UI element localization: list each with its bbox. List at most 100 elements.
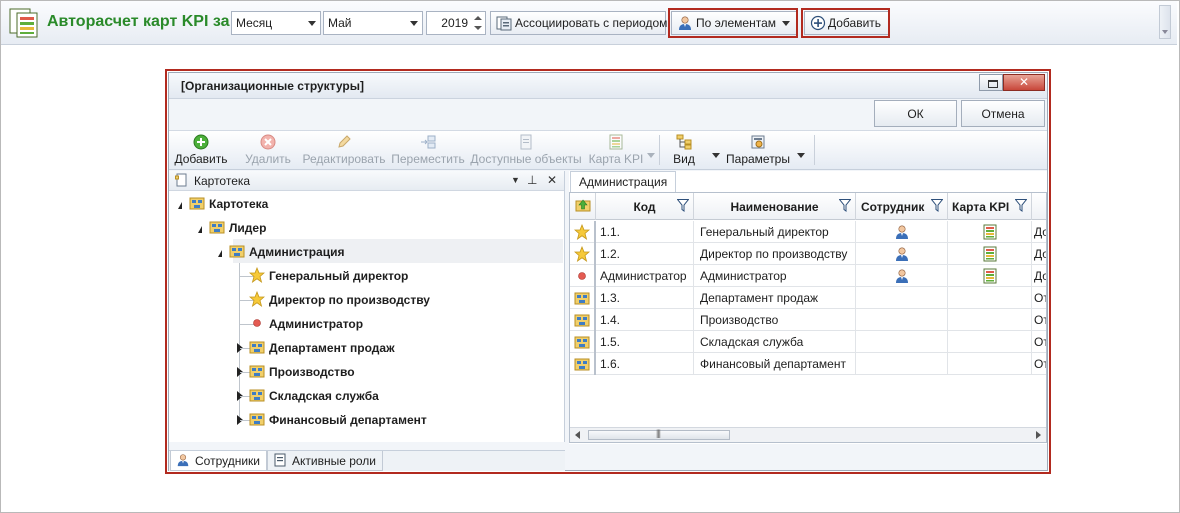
col-name-header[interactable]: Наименование bbox=[694, 193, 856, 220]
cell-icon bbox=[570, 353, 596, 375]
filter-icon[interactable] bbox=[677, 199, 689, 212]
kpi-card-icon[interactable] bbox=[982, 224, 998, 240]
tree-item[interactable]: Департамент продаж bbox=[249, 337, 395, 359]
kpi-card-icon[interactable] bbox=[982, 268, 998, 284]
ribbon-delete-button[interactable]: Удалить bbox=[241, 132, 295, 168]
collapse-icon[interactable] bbox=[218, 250, 222, 257]
cell-empty bbox=[856, 331, 948, 353]
tree-item[interactable]: Складская служба bbox=[249, 385, 379, 407]
cell-icon bbox=[948, 221, 1032, 243]
table-row[interactable]: 1.5.Складская служба От bbox=[570, 331, 1046, 353]
col-employee-header[interactable]: Сотрудник bbox=[856, 193, 948, 220]
tab-employees[interactable]: Сотрудники bbox=[170, 451, 267, 471]
ribbon-kpi-card-button[interactable]: Карта KPI bbox=[587, 132, 645, 168]
delete-icon bbox=[260, 134, 276, 150]
close-icon[interactable] bbox=[1003, 74, 1045, 91]
chevron-down-icon[interactable] bbox=[308, 21, 316, 26]
cell-empty bbox=[856, 309, 948, 331]
associate-period-button[interactable]: Ассоциировать с периодом bbox=[490, 11, 667, 35]
tree-item[interactable]: Лидер bbox=[209, 217, 266, 239]
restore-icon[interactable] bbox=[979, 74, 1003, 91]
ok-button[interactable]: ОК bbox=[874, 100, 957, 127]
person-icon[interactable] bbox=[894, 224, 910, 240]
toolbar-scroll[interactable] bbox=[1159, 5, 1171, 39]
month-combo[interactable]: Май bbox=[323, 11, 423, 35]
ribbon-view-button[interactable]: Вид bbox=[667, 132, 701, 168]
dot-icon bbox=[249, 315, 265, 331]
table-row[interactable]: 1.2.Директор по производству До bbox=[570, 243, 1046, 265]
collapse-icon[interactable] bbox=[178, 202, 182, 209]
move-icon bbox=[421, 135, 436, 149]
cell-empty bbox=[856, 353, 948, 375]
scroll-right-icon[interactable] bbox=[1036, 431, 1041, 439]
pane-close-icon[interactable]: ✕ bbox=[547, 173, 557, 187]
collapse-icon[interactable] bbox=[198, 226, 202, 233]
spin-down-icon[interactable] bbox=[472, 23, 484, 33]
pane-menu-icon[interactable]: ▼ bbox=[511, 175, 520, 185]
table-row[interactable]: 1.6.Финансовый департамент От bbox=[570, 353, 1046, 375]
tab-active-roles[interactable]: Активные роли bbox=[267, 451, 384, 471]
cell-icon bbox=[570, 221, 596, 243]
org-icon bbox=[249, 339, 265, 355]
cell-name: Генеральный директор bbox=[694, 221, 856, 243]
grid-header: Код Наименование Сотрудник Карта KPI bbox=[570, 193, 1046, 220]
table-row[interactable]: 1.1.Генеральный директор До bbox=[570, 221, 1046, 243]
pin-icon[interactable]: ⊥ bbox=[527, 173, 537, 187]
col-kpi-header[interactable]: Карта KPI bbox=[948, 193, 1032, 220]
spin-up-icon[interactable] bbox=[472, 13, 484, 23]
kpi-card-icon bbox=[608, 134, 624, 150]
tree-item[interactable]: Генеральный директор bbox=[249, 265, 408, 287]
data-grid: Код Наименование Сотрудник Карта KPI 1.1… bbox=[569, 192, 1047, 443]
person-icon[interactable] bbox=[894, 246, 910, 262]
scroll-left-icon[interactable] bbox=[575, 431, 580, 439]
ribbon-params-button[interactable]: Параметры bbox=[725, 132, 791, 168]
ribbon-params-label: Параметры bbox=[726, 152, 790, 166]
org-icon bbox=[249, 363, 265, 379]
kpi-app-icon bbox=[9, 8, 38, 38]
chevron-down-icon[interactable] bbox=[797, 153, 805, 158]
cell-code: 1.3. bbox=[596, 287, 694, 309]
tab-administration[interactable]: Администрация bbox=[570, 171, 677, 192]
cell-name: Финансовый департамент bbox=[694, 353, 856, 375]
chevron-down-icon[interactable] bbox=[712, 153, 720, 158]
go-up-icon[interactable] bbox=[570, 193, 596, 220]
ribbon-add-button[interactable]: Добавить bbox=[173, 132, 229, 168]
col-name-label: Наименование bbox=[730, 200, 819, 214]
col-code-header[interactable]: Код bbox=[596, 193, 694, 220]
cell-name: Складская служба bbox=[694, 331, 856, 353]
org-icon bbox=[229, 243, 245, 259]
year-stepper[interactable]: 2019 bbox=[426, 11, 486, 35]
tree-panel-header: Картотека ▼ ⊥ ✕ bbox=[169, 171, 564, 191]
filter-icon[interactable] bbox=[1015, 199, 1027, 212]
ribbon-edit-button[interactable]: Редактировать bbox=[301, 132, 387, 168]
ribbon-separator bbox=[659, 135, 660, 165]
month-value: Май bbox=[328, 16, 352, 30]
ribbon-available-objects-button[interactable]: Доступные объекты bbox=[469, 132, 583, 168]
ribbon-move-button[interactable]: Переместить bbox=[391, 132, 465, 168]
highlight-add bbox=[801, 8, 890, 38]
cell-empty bbox=[948, 287, 1032, 309]
tree-item[interactable]: Администратор bbox=[249, 313, 363, 335]
chevron-down-icon[interactable] bbox=[647, 153, 655, 158]
cell-code: 1.5. bbox=[596, 331, 694, 353]
person-icon[interactable] bbox=[894, 268, 910, 284]
tab-employees-label: Сотрудники bbox=[195, 454, 260, 468]
org-icon bbox=[574, 312, 590, 328]
period-type-combo[interactable]: Месяц bbox=[231, 11, 321, 35]
scroll-grip-icon: ||| bbox=[656, 428, 661, 438]
table-row[interactable]: 1.4.Производство От bbox=[570, 309, 1046, 331]
tree-item[interactable]: Директор по производству bbox=[249, 289, 430, 311]
kpi-card-icon[interactable] bbox=[982, 246, 998, 262]
chevron-down-icon[interactable] bbox=[410, 21, 418, 26]
tree-item-label: Складская служба bbox=[269, 389, 379, 403]
filter-icon[interactable] bbox=[839, 199, 851, 212]
filter-icon[interactable] bbox=[931, 199, 943, 212]
cancel-button[interactable]: Отмена bbox=[961, 100, 1045, 127]
table-row[interactable]: 1.3.Департамент продаж От bbox=[570, 287, 1046, 309]
table-row[interactable]: АдминистраторАдминистратор До bbox=[570, 265, 1046, 287]
tree-item[interactable]: Картотека bbox=[189, 193, 268, 215]
tree-item[interactable]: Администрация bbox=[229, 241, 344, 263]
tree-item[interactable]: Производство bbox=[249, 361, 355, 383]
tree-item[interactable]: Финансовый департамент bbox=[249, 409, 427, 431]
horizontal-scrollbar[interactable]: ||| bbox=[570, 427, 1046, 442]
